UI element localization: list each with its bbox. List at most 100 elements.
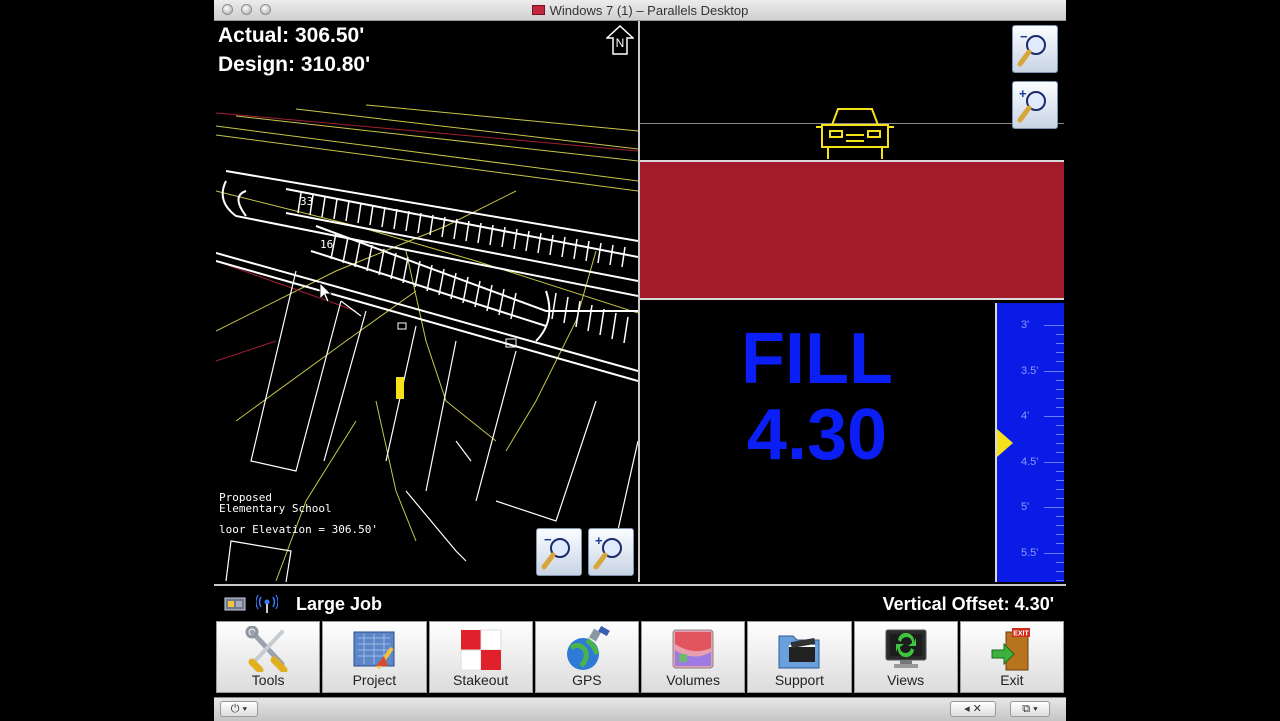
views-icon: [885, 629, 927, 668]
map-zoom-out-button[interactable]: −: [536, 528, 582, 576]
scale-minor-tick: [1056, 443, 1064, 445]
scale-minor-tick: [1056, 525, 1064, 527]
scale-minor-tick: [1056, 534, 1064, 536]
power-menu-button[interactable]: ⏻ ▾: [220, 701, 258, 717]
parallels-window: Windows 7 (1) – Parallels Desktop Actual…: [214, 0, 1066, 721]
grade-pointer-icon: [997, 429, 1013, 458]
status-bar: Large Job Vertical Offset: 4.30': [214, 584, 1066, 620]
profile-zoom-in-button[interactable]: +: [1012, 81, 1058, 129]
scale-minor-tick: [1056, 579, 1064, 581]
volumes-label: Volumes: [666, 672, 720, 688]
zoom-out-icon: −: [1017, 30, 1046, 67]
window-title: Windows 7 (1) – Parallels Desktop: [549, 2, 749, 18]
scale-label: 4': [1021, 410, 1030, 422]
design-elevation: Design: 310.80': [218, 53, 371, 76]
gps-icon: [566, 626, 610, 670]
project-label: Project: [352, 672, 397, 688]
profile-zoom-out-button[interactable]: −: [1012, 25, 1058, 73]
gps-button[interactable]: GPS: [534, 621, 639, 693]
scale-major-tick: [1044, 370, 1064, 372]
zoom-window-button[interactable]: [260, 4, 271, 15]
parallels-icon: [531, 5, 545, 15]
scale-minor-tick: [1056, 397, 1064, 399]
tools-label: Tools: [251, 672, 285, 688]
scale-minor-tick: [1056, 425, 1064, 427]
scale-minor-tick: [1056, 516, 1064, 518]
volumes-button[interactable]: Volumes: [641, 621, 746, 693]
scale-minor-tick: [1056, 497, 1064, 499]
scale-minor-tick: [1056, 334, 1064, 336]
fill-section: [640, 160, 1064, 300]
plan-map-view[interactable]: Actual: 306.50' Design: 310.80' N Propos…: [216, 21, 638, 582]
north-label: N: [616, 36, 625, 50]
scale-minor-tick: [1056, 470, 1064, 472]
north-arrow-icon[interactable]: N: [606, 25, 634, 55]
scale-minor-tick: [1056, 543, 1064, 545]
tools-button[interactable]: Tools: [216, 621, 321, 693]
machine-status-icon: [224, 597, 246, 611]
zoom-out-icon: −: [541, 533, 570, 570]
scale-minor-tick: [1056, 343, 1064, 345]
window-title-group: Windows 7 (1) – Parallels Desktop: [531, 2, 749, 18]
svg-text:+: +: [1019, 86, 1027, 101]
stakeout-icon: [460, 629, 502, 671]
project-icon: [353, 631, 395, 670]
exit-sign-text: EXIT: [1013, 631, 1029, 638]
support-button[interactable]: Support: [747, 621, 852, 693]
scale-minor-tick: [1056, 570, 1064, 572]
display-mode-button[interactable]: ⧉ ▾: [1010, 701, 1050, 717]
minimize-window-button[interactable]: [241, 4, 252, 15]
scale-minor-tick: [1056, 352, 1064, 354]
coherence-toggle-button[interactable]: ◂ ✕: [950, 701, 996, 717]
tools-icon: [245, 626, 288, 672]
job-name: Large Job: [296, 594, 383, 614]
window-controls: [222, 4, 271, 15]
window-titlebar: Windows 7 (1) – Parallels Desktop: [214, 0, 1066, 21]
scale-label: 3': [1021, 319, 1030, 331]
cut-fill-word: FILL: [741, 319, 893, 399]
radio-signal-icon: [256, 594, 278, 613]
map-note-line3: loor Elevation = 306.50': [219, 523, 378, 536]
scale-minor-tick: [1056, 388, 1064, 390]
scale-label: 5.5': [1021, 546, 1039, 559]
lot-label-1: 33: [300, 195, 314, 208]
zoom-in-icon: +: [593, 533, 622, 570]
scale-minor-tick: [1056, 452, 1064, 454]
scale-minor-tick: [1056, 434, 1064, 436]
scale-minor-tick: [1056, 379, 1064, 381]
scale-major-tick: [1044, 507, 1064, 508]
parallels-bottom-bar: ⏻ ▾ ◂ ✕ ⧉ ▾: [214, 697, 1066, 721]
scale-minor-tick: [1056, 561, 1064, 563]
support-label: Support: [774, 672, 824, 688]
map-zoom-in-button[interactable]: +: [588, 528, 634, 576]
views-button[interactable]: Views: [853, 621, 958, 693]
cut-fill-indicator: FILL 4.30: [640, 321, 994, 473]
scale-label: 4.5': [1021, 455, 1039, 468]
volumes-icon: [672, 629, 714, 669]
exit-label: Exit: [1000, 672, 1024, 688]
scale-label: 3.5': [1021, 364, 1039, 377]
site-plan-drawing: [216, 104, 638, 582]
scale-minor-tick: [1056, 479, 1064, 481]
profile-sky: − +: [640, 21, 1064, 160]
cut-fill-value: 4.30: [746, 395, 888, 475]
main-toolbar: Tools Project Stakeout GPS Volumes Suppo…: [214, 621, 1066, 695]
views-label: Views: [887, 672, 925, 688]
scale-major-tick: [1044, 461, 1064, 463]
scale-major-tick: [1044, 325, 1064, 326]
project-button[interactable]: Project: [322, 621, 427, 693]
vertical-offset: Vertical Offset: 4.30': [882, 594, 1054, 614]
scale-major-tick: [1044, 552, 1064, 554]
lot-label-2: 16: [320, 238, 334, 251]
exit-button[interactable]: EXIT Exit: [959, 621, 1064, 693]
stakeout-button[interactable]: Stakeout: [428, 621, 533, 693]
scale-minor-tick: [1056, 488, 1064, 490]
gps-label: GPS: [572, 672, 602, 688]
vehicle-position-marker: [396, 377, 404, 399]
map-note-line2: Elementary School: [219, 502, 332, 515]
actual-elevation: Actual: 306.50': [218, 24, 365, 47]
close-window-button[interactable]: [222, 4, 233, 15]
scale-minor-tick: [1056, 406, 1064, 408]
grade-scale: 3' 3.5' 4' 4.5' 5' 5.5': [995, 303, 1064, 582]
profile-view: − + FILL 4.30 3' 3.5' 4' 4.5' 5' 5.5': [640, 21, 1064, 582]
